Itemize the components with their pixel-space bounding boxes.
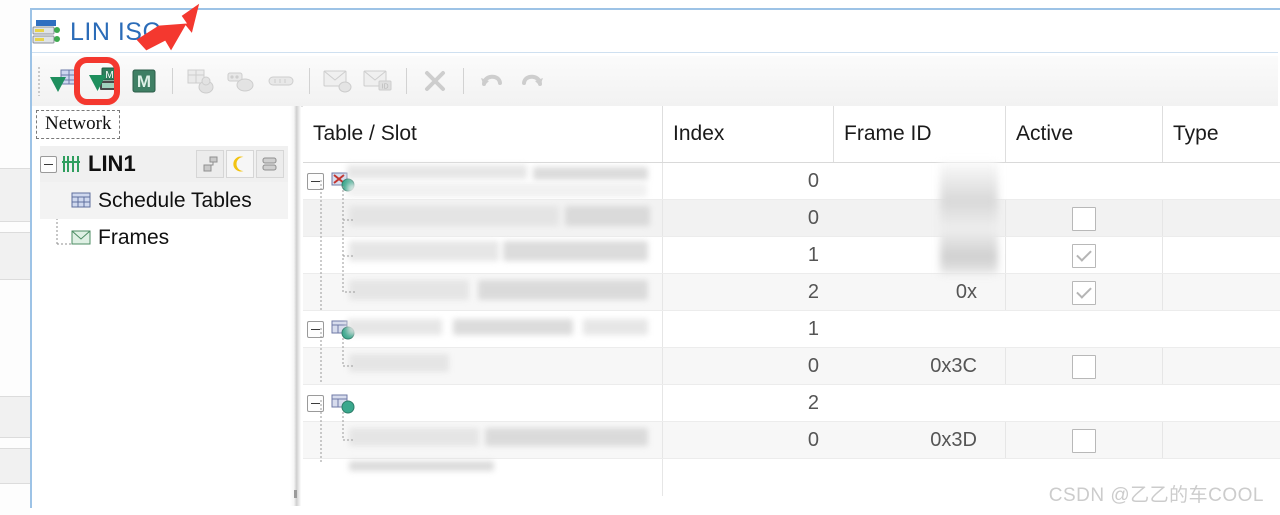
table-row[interactable]: 0 <box>303 163 1280 200</box>
table-row[interactable]: 1 <box>303 311 1280 348</box>
schedule-table-grid: Table / Slot Index Frame ID Active Type … <box>303 106 1280 506</box>
column-header-type[interactable]: Type <box>1162 106 1280 162</box>
toolbar-grip[interactable] <box>36 66 42 96</box>
panel-splitter[interactable] <box>290 106 301 506</box>
tree-item-label: LIN1 <box>88 151 136 176</box>
cell-index: 0 <box>807 170 819 192</box>
lin-network-icon <box>32 19 62 45</box>
active-checkbox[interactable] <box>1071 243 1096 268</box>
node-config-icon[interactable] <box>196 150 224 178</box>
add-subnode-button[interactable] <box>224 64 258 98</box>
active-checkbox[interactable] <box>1071 280 1096 305</box>
cell-active[interactable] <box>1005 200 1162 237</box>
table-row[interactable]: 0 0x3C <box>303 348 1280 385</box>
tab-network[interactable]: Network <box>36 110 121 139</box>
cell-frame-id: 0x3C <box>930 355 977 377</box>
column-header-frame-id[interactable]: Frame ID <box>833 106 1005 162</box>
cell-index: 1 <box>807 244 819 266</box>
toolbar-separator <box>406 68 407 94</box>
network-tree: LIN1 Schedule Tables Frames <box>40 146 288 256</box>
table-row[interactable]: 2 <box>303 385 1280 422</box>
title-divider <box>32 52 1278 53</box>
schedule-table-globe-icon <box>331 393 355 415</box>
main-toolbar: M M ID <box>32 56 1278 107</box>
frame-id-redaction-overlay <box>940 162 998 274</box>
collapse-icon[interactable] <box>307 173 324 190</box>
cell-index: 0 <box>807 429 819 451</box>
column-header-active[interactable]: Active <box>1005 106 1162 162</box>
delete-button[interactable] <box>418 64 452 98</box>
table-row[interactable]: 0 0x3D <box>303 422 1280 459</box>
column-header-table-slot[interactable]: Table / Slot <box>303 106 662 162</box>
table-row[interactable]: 0 0x <box>303 200 1280 237</box>
add-signal-button[interactable] <box>264 64 298 98</box>
active-checkbox[interactable] <box>1071 354 1096 379</box>
collapse-icon[interactable] <box>40 155 57 173</box>
cell-index: 1 <box>807 318 819 340</box>
toolbar-separator <box>309 68 310 94</box>
master-mode-button[interactable]: M <box>127 64 161 98</box>
schedule-table-icon <box>70 191 92 211</box>
toolbar-separator <box>172 68 173 94</box>
tree-item-lin1[interactable]: LIN1 <box>40 146 288 182</box>
tree-item-label: Frames <box>98 225 170 249</box>
cell-index: 2 <box>807 281 819 303</box>
redo-button[interactable] <box>515 64 549 98</box>
add-master-node-button[interactable]: M <box>87 64 121 98</box>
desktop-left-strip <box>0 0 30 515</box>
cell-frame-id: 0x3D <box>930 429 977 451</box>
add-diagnostic-frame-button[interactable]: ID <box>361 64 395 98</box>
tree-item-schedule-tables[interactable]: Schedule Tables <box>40 182 288 219</box>
window-title-bar: LIN ISC <box>32 14 161 50</box>
frame-icon <box>70 228 92 248</box>
column-header-index[interactable]: Index <box>662 106 833 162</box>
toolbar-separator <box>463 68 464 94</box>
undo-button[interactable] <box>475 64 509 98</box>
cell-active[interactable] <box>1005 274 1162 311</box>
svg-text:M: M <box>137 72 151 91</box>
database-icon[interactable] <box>256 150 284 178</box>
cell-frame-id: 0x <box>955 281 977 303</box>
add-lin-network-button[interactable] <box>47 64 81 98</box>
tree-item-frames[interactable]: Frames <box>40 219 288 256</box>
tree-item-label: Schedule Tables <box>98 188 252 212</box>
svg-text:M: M <box>105 70 113 81</box>
cell-index: 0 <box>807 207 819 229</box>
cell-index: 0 <box>807 355 819 377</box>
active-checkbox[interactable] <box>1071 206 1096 231</box>
svg-text:ID: ID <box>382 84 389 91</box>
panel-tab-strip: Network <box>36 110 121 139</box>
lin-bus-icon <box>60 154 82 174</box>
active-checkbox[interactable] <box>1071 428 1096 453</box>
table-row[interactable]: 1 0x <box>303 237 1280 274</box>
lin1-badges <box>196 150 284 178</box>
table-header-row: Table / Slot Index Frame ID Active Type <box>303 106 1280 163</box>
add-slave-node-button[interactable] <box>184 64 218 98</box>
cell-active[interactable] <box>1005 237 1162 274</box>
cell-index: 2 <box>807 392 819 414</box>
cell-active[interactable] <box>1005 422 1162 459</box>
collapse-icon[interactable] <box>307 395 324 412</box>
cell-active[interactable] <box>1005 348 1162 385</box>
moon-icon[interactable] <box>226 150 254 178</box>
csdn-watermark: CSDN @乙乙的车COOL <box>1048 485 1264 506</box>
table-row[interactable]: 2 0x <box>303 274 1280 311</box>
network-tree-panel: Network LIN1 Schedule Tables Frames <box>32 106 290 506</box>
collapse-icon[interactable] <box>307 321 324 338</box>
add-frame-button[interactable] <box>321 64 355 98</box>
window-title: LIN ISC <box>70 17 162 46</box>
